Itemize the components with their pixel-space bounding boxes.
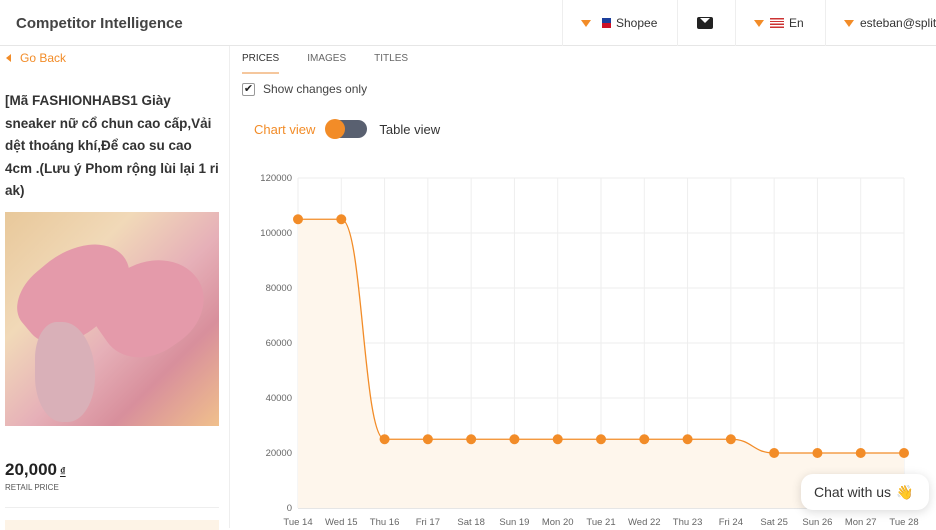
us-flag-icon bbox=[770, 18, 784, 28]
x-tick-label: Wed 15 bbox=[325, 517, 358, 528]
data-point bbox=[682, 434, 693, 445]
data-point bbox=[596, 434, 606, 445]
retail-price: 20,000 ₫ bbox=[5, 460, 66, 479]
data-point bbox=[379, 434, 390, 445]
data-point bbox=[769, 448, 780, 458]
user-email: esteban@splitc bbox=[860, 16, 936, 30]
view-toggle-switch[interactable] bbox=[325, 119, 368, 139]
price-line bbox=[297, 218, 904, 454]
tab-titles[interactable]: TITLES bbox=[374, 53, 408, 74]
tab-images[interactable]: IMAGES bbox=[307, 53, 346, 74]
language-label: En bbox=[789, 16, 804, 30]
marketplace-label: Shopee bbox=[616, 16, 658, 30]
data-point bbox=[466, 434, 477, 445]
x-tick-label: Mon 27 bbox=[845, 517, 877, 528]
data-point bbox=[293, 214, 303, 225]
data-point bbox=[725, 434, 736, 445]
y-tick-label: 0 bbox=[287, 503, 292, 514]
caret-down-icon bbox=[581, 19, 591, 27]
y-tick-label: 60000 bbox=[266, 338, 292, 349]
x-tick-label: Thu 23 bbox=[673, 517, 703, 528]
go-back-label: Go Back bbox=[20, 51, 67, 65]
data-point bbox=[855, 448, 866, 458]
sidebar: Go Back [Mã FASHIONHABS1 Giày sneaker nữ… bbox=[0, 46, 230, 530]
philippines-flag-icon bbox=[597, 18, 611, 28]
view-toggle: Chart view Table view bbox=[254, 119, 440, 139]
y-tick-label: 20000 bbox=[266, 448, 292, 459]
area-fill bbox=[298, 219, 904, 508]
table-view-label[interactable]: Table view bbox=[379, 122, 440, 137]
data-point bbox=[812, 448, 823, 458]
x-tick-label: Sun 26 bbox=[802, 517, 832, 528]
data-point bbox=[552, 434, 563, 445]
caret-down-icon bbox=[844, 19, 854, 27]
header: Competitor Intelligence Shopee En esteba… bbox=[0, 0, 936, 46]
language-selector[interactable]: En bbox=[735, 0, 825, 46]
mail-icon bbox=[697, 17, 713, 29]
info-box bbox=[5, 520, 219, 530]
arrow-left-icon bbox=[6, 54, 11, 62]
show-changes-label: Show changes only bbox=[263, 82, 368, 96]
x-tick-label: Sat 25 bbox=[760, 517, 787, 528]
data-point bbox=[899, 448, 909, 458]
x-tick-label: Tue 14 bbox=[283, 517, 312, 528]
data-point bbox=[639, 434, 650, 445]
x-tick-label: Tue 21 bbox=[586, 517, 615, 528]
x-tick-label: Fri 24 bbox=[719, 517, 743, 528]
show-changes-checkbox[interactable]: ✔ Show changes only bbox=[242, 82, 367, 96]
x-tick-label: Thu 16 bbox=[370, 517, 400, 528]
currency-symbol: ₫ bbox=[60, 466, 66, 478]
data-point bbox=[422, 434, 433, 445]
y-tick-label: 40000 bbox=[266, 393, 292, 404]
app-title: Competitor Intelligence bbox=[16, 15, 183, 32]
tabs: PRICES IMAGES TITLES bbox=[242, 53, 436, 74]
x-tick-label: Mon 20 bbox=[542, 517, 574, 528]
y-tick-label: 80000 bbox=[266, 283, 292, 294]
product-image bbox=[5, 212, 219, 426]
x-tick-label: Sun 19 bbox=[499, 517, 529, 528]
data-point bbox=[336, 214, 347, 225]
y-tick-label: 120000 bbox=[260, 173, 292, 184]
divider bbox=[5, 507, 219, 508]
user-menu[interactable]: esteban@splitc bbox=[825, 0, 936, 46]
data-point bbox=[509, 434, 520, 445]
y-tick-label: 100000 bbox=[260, 228, 292, 239]
chat-button[interactable]: Chat with us 👋 bbox=[801, 474, 929, 510]
x-tick-label: Tue 28 bbox=[889, 517, 918, 528]
x-tick-label: Wed 22 bbox=[628, 517, 661, 528]
go-back-link[interactable]: Go Back bbox=[6, 51, 66, 65]
tab-prices[interactable]: PRICES bbox=[242, 53, 280, 74]
mail-button[interactable] bbox=[677, 0, 735, 46]
chat-label: Chat with us bbox=[814, 484, 892, 500]
retail-price-label: RETAIL PRICE bbox=[5, 483, 59, 492]
chart-view-label[interactable]: Chart view bbox=[254, 122, 315, 137]
caret-down-icon bbox=[754, 19, 764, 27]
product-title: [Mã FASHIONHABS1 Giày sneaker nữ cổ chun… bbox=[5, 93, 219, 198]
x-tick-label: Sat 18 bbox=[457, 517, 484, 528]
waving-hand-icon: 👋 bbox=[896, 483, 914, 500]
marketplace-selector[interactable]: Shopee bbox=[562, 0, 677, 46]
checkmark-icon: ✔ bbox=[242, 82, 255, 96]
x-tick-label: Fri 17 bbox=[416, 517, 440, 528]
